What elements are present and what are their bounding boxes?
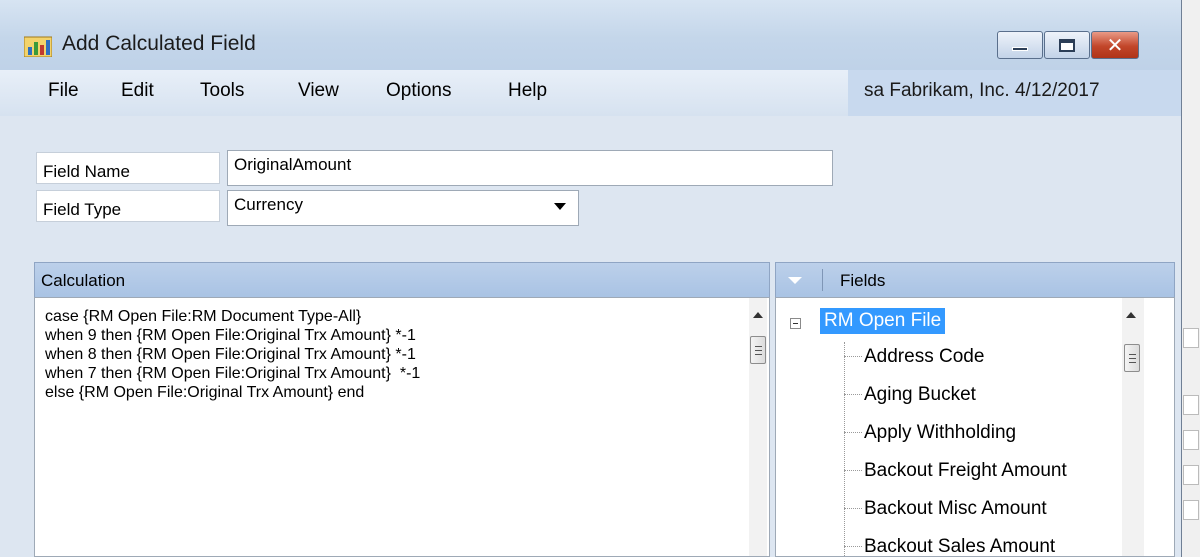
menu-tools[interactable]: Tools bbox=[200, 80, 244, 102]
calculation-line: case {RM Open File:RM Document Type-All} bbox=[45, 308, 362, 325]
fields-header-label: Fields bbox=[840, 271, 886, 290]
scroll-up-icon[interactable] bbox=[753, 312, 763, 318]
add-calculated-field-window: Add Calculated Field ✕ File Edit Tools V… bbox=[0, 0, 1182, 557]
tree-item[interactable]: Backout Sales Amount bbox=[844, 536, 1055, 557]
minimize-button[interactable] bbox=[997, 31, 1043, 59]
field-name-value: OriginalAmount bbox=[234, 155, 352, 174]
scroll-thumb[interactable] bbox=[1124, 344, 1140, 372]
tree-item[interactable]: Backout Freight Amount bbox=[844, 460, 1067, 482]
field-type-label: Field Type bbox=[36, 190, 220, 222]
chevron-down-icon[interactable] bbox=[788, 277, 802, 284]
tree-item[interactable]: Apply Withholding bbox=[844, 422, 1016, 444]
window-controls: ✕ bbox=[996, 31, 1139, 59]
calculation-editor[interactable]: case {RM Open File:RM Document Type-All}… bbox=[34, 297, 770, 557]
calculation-scrollbar[interactable] bbox=[749, 298, 767, 556]
collapse-icon[interactable] bbox=[790, 318, 801, 329]
field-name-input[interactable]: OriginalAmount bbox=[227, 150, 833, 186]
menu-view[interactable]: View bbox=[298, 80, 339, 102]
app-chart-icon bbox=[24, 36, 52, 57]
maximize-button[interactable] bbox=[1044, 31, 1090, 59]
menu-file[interactable]: File bbox=[48, 80, 79, 102]
scroll-up-icon[interactable] bbox=[1126, 312, 1136, 318]
menu-edit[interactable]: Edit bbox=[121, 80, 154, 102]
menu-options[interactable]: Options bbox=[386, 80, 451, 102]
maximize-icon bbox=[1059, 38, 1075, 52]
calculation-line: when 8 then {RM Open File:Original Trx A… bbox=[45, 346, 416, 363]
fields-header: Fields bbox=[775, 262, 1175, 298]
tree-item[interactable]: Aging Bucket bbox=[844, 384, 976, 406]
scroll-thumb[interactable] bbox=[750, 336, 766, 364]
background-cell bbox=[1183, 430, 1199, 450]
tree-item[interactable]: Backout Misc Amount bbox=[844, 498, 1047, 520]
calculation-header: Calculation bbox=[34, 262, 770, 298]
window-title: Add Calculated Field bbox=[62, 32, 256, 55]
chevron-down-icon bbox=[554, 203, 566, 210]
calculation-line: when 7 then {RM Open File:Original Trx A… bbox=[45, 365, 421, 382]
background-cell bbox=[1183, 328, 1199, 348]
calculation-line: else {RM Open File:Original Trx Amount} … bbox=[45, 384, 365, 401]
field-type-select[interactable]: Currency bbox=[227, 190, 579, 226]
close-button[interactable]: ✕ bbox=[1091, 31, 1139, 59]
background-cell bbox=[1183, 500, 1199, 520]
tree-item[interactable]: Address Code bbox=[844, 346, 984, 368]
fields-tree[interactable]: RM Open File Address Code Aging Bucket A… bbox=[775, 297, 1175, 557]
menu-help[interactable]: Help bbox=[508, 80, 547, 102]
background-cell bbox=[1183, 465, 1199, 485]
calculation-line: when 9 then {RM Open File:Original Trx A… bbox=[45, 327, 416, 344]
background-cell bbox=[1183, 395, 1199, 415]
tree-root-rm-open-file[interactable]: RM Open File bbox=[820, 308, 946, 334]
minimize-icon bbox=[1012, 47, 1028, 51]
user-company-date: sa Fabrikam, Inc. 4/12/2017 bbox=[848, 70, 1181, 116]
fields-scrollbar[interactable] bbox=[1122, 298, 1144, 556]
title-bar[interactable]: Add Calculated Field ✕ bbox=[0, 0, 1181, 70]
close-icon: ✕ bbox=[1106, 33, 1124, 57]
background-window-edge bbox=[1180, 0, 1200, 557]
field-name-label: Field Name bbox=[36, 152, 220, 184]
field-type-value: Currency bbox=[234, 195, 303, 214]
